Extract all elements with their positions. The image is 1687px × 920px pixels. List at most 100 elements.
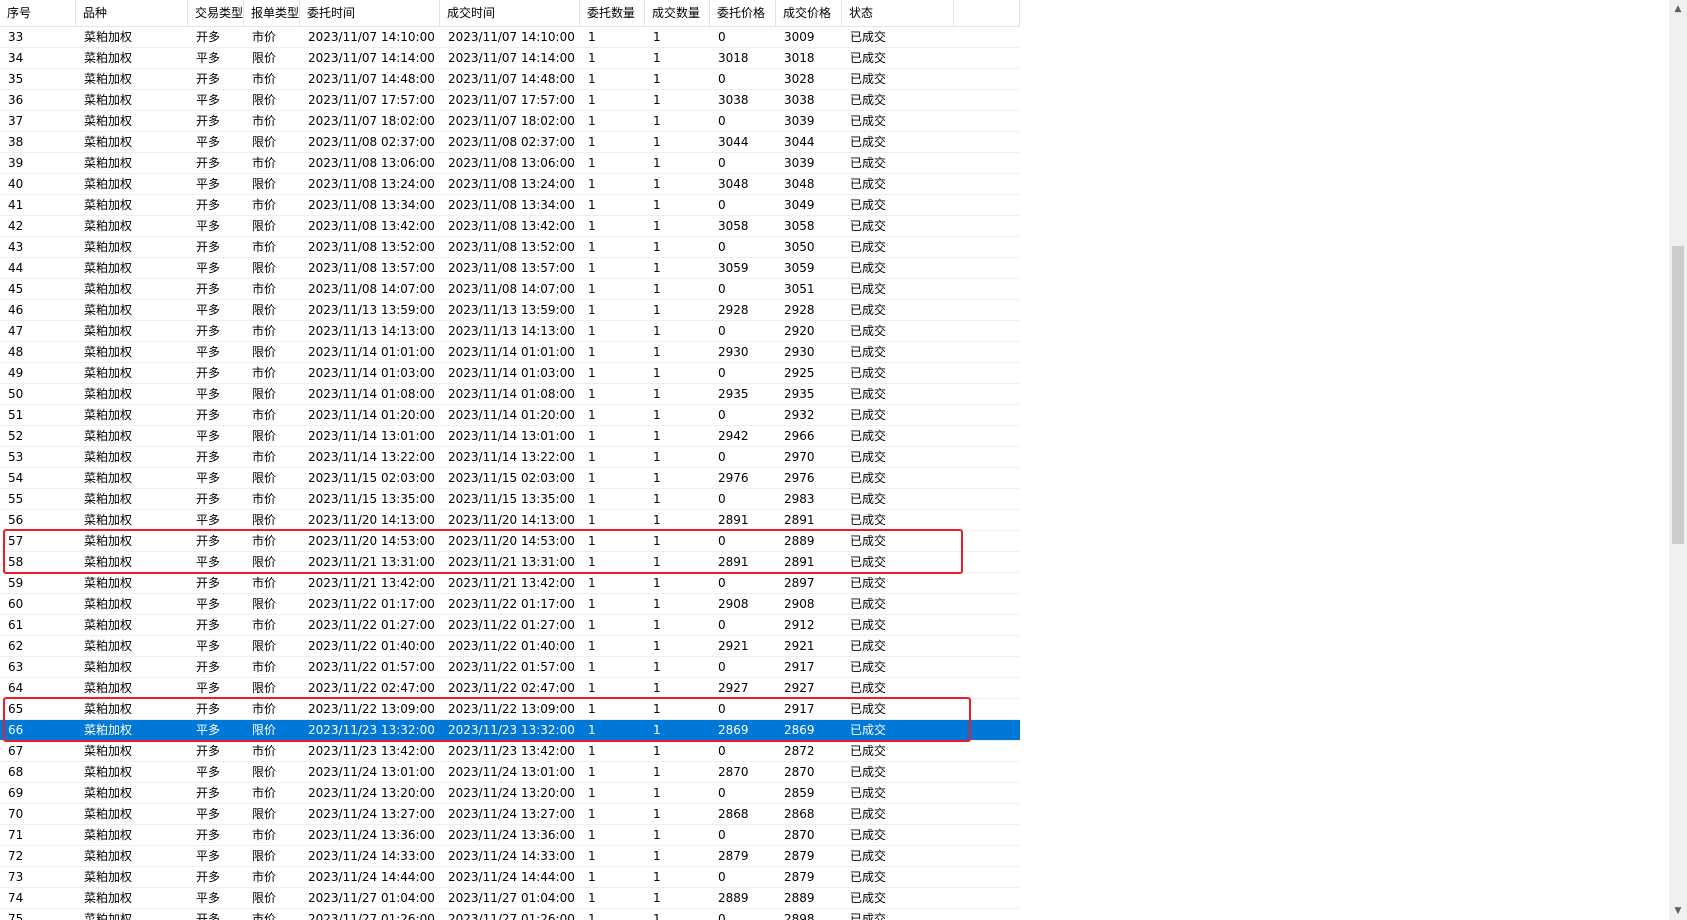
column-header-order-type[interactable]: 报单类型	[244, 0, 300, 26]
cell-trade-type: 平多	[196, 429, 221, 443]
cell-deal-price: 2912	[784, 618, 815, 632]
table-row[interactable]: 59 菜粕加权 开多 市价 2023/11/21 13:42:00 2023/11/21 …	[0, 573, 1020, 594]
cell-deal-time: 2023/11/22 01:27:00	[448, 618, 575, 632]
cell-status: 已成交	[850, 261, 887, 275]
scroll-up-arrow-icon[interactable]: ▲	[1669, 0, 1687, 18]
cell-order-type: 限价	[252, 723, 277, 737]
cell-status: 已成交	[850, 597, 887, 611]
table-row[interactable]: 55 菜粕加权 开多 市价 2023/11/15 13:35:00 2023/11/15 …	[0, 489, 1020, 510]
table-row[interactable]: 72 菜粕加权 平多 限价 2023/11/24 14:33:00 2023/11/24 …	[0, 846, 1020, 867]
cell-deal-qty: 1	[653, 618, 661, 632]
table-row[interactable]: 43 菜粕加权 开多 市价 2023/11/08 13:52:00 2023/11/08 …	[0, 237, 1020, 258]
table-row[interactable]: 37 菜粕加权 开多 市价 2023/11/07 18:02:00 2023/11/07 …	[0, 111, 1020, 132]
row-filler	[954, 321, 1020, 341]
cell-deal-qty: 1	[653, 660, 661, 674]
column-header-variety[interactable]: 品种	[76, 0, 188, 26]
cell-order-time: 2023/11/20 14:53:00	[308, 534, 435, 548]
cell-deal-qty: 1	[653, 534, 661, 548]
cell-order-type: 限价	[252, 597, 277, 611]
scroll-down-arrow-icon[interactable]: ▼	[1669, 902, 1687, 920]
column-header-status[interactable]: 状态	[842, 0, 954, 26]
table-row[interactable]: 73 菜粕加权 开多 市价 2023/11/24 14:44:00 2023/11/24 …	[0, 867, 1020, 888]
table-row[interactable]: 74 菜粕加权 平多 限价 2023/11/27 01:04:00 2023/11/27 …	[0, 888, 1020, 909]
cell-status: 已成交	[850, 429, 887, 443]
table-row[interactable]: 51 菜粕加权 开多 市价 2023/11/14 01:20:00 2023/11/14 …	[0, 405, 1020, 426]
column-header-deal-qty[interactable]: 成交数量	[645, 0, 710, 26]
table-row[interactable]: 33 菜粕加权 开多 市价 2023/11/07 14:10:00 2023/11/07 …	[0, 27, 1020, 48]
cell-variety: 菜粕加权	[84, 135, 133, 149]
table-row[interactable]: 64 菜粕加权 平多 限价 2023/11/22 02:47:00 2023/11/22 …	[0, 678, 1020, 699]
table-row[interactable]: 56 菜粕加权 平多 限价 2023/11/20 14:13:00 2023/11/20 …	[0, 510, 1020, 531]
column-header-deal-price[interactable]: 成交价格	[776, 0, 842, 26]
trade-records-grid[interactable]: 序号 品种 交易类型 报单类型 委托时间 成交时间 委托数量 成交数量 委托价格 成交价格 状态 3…	[0, 0, 1687, 920]
column-header-order-price[interactable]: 委托价格	[710, 0, 776, 26]
table-row[interactable]: 65 菜粕加权 开多 市价 2023/11/22 13:09:00 2023/11/22 …	[0, 699, 1020, 720]
table-row[interactable]: 46 菜粕加权 平多 限价 2023/11/13 13:59:00 2023/11/13 …	[0, 300, 1020, 321]
row-filler	[954, 804, 1020, 824]
table-row[interactable]: 57 菜粕加权 开多 市价 2023/11/20 14:53:00 2023/11/20 …	[0, 531, 1020, 552]
table-row[interactable]: 61 菜粕加权 开多 市价 2023/11/22 01:27:00 2023/11/22 …	[0, 615, 1020, 636]
table-row[interactable]: 66 菜粕加权 平多 限价 2023/11/23 13:32:00 2023/11/23 …	[0, 720, 1020, 741]
cell-deal-time: 2023/11/20 14:13:00	[448, 513, 575, 527]
column-header-trade-type[interactable]: 交易类型	[188, 0, 244, 26]
table-row[interactable]: 63 菜粕加权 开多 市价 2023/11/22 01:57:00 2023/11/22 …	[0, 657, 1020, 678]
table-row[interactable]: 62 菜粕加权 平多 限价 2023/11/22 01:40:00 2023/11/22 …	[0, 636, 1020, 657]
table-row[interactable]: 70 菜粕加权 平多 限价 2023/11/24 13:27:00 2023/11/24 …	[0, 804, 1020, 825]
table-row[interactable]: 67 菜粕加权 开多 市价 2023/11/23 13:42:00 2023/11/23 …	[0, 741, 1020, 762]
cell-order-type: 市价	[252, 282, 277, 296]
cell-deal-price: 3028	[784, 72, 815, 86]
grid-body[interactable]: 33 菜粕加权 开多 市价 2023/11/07 14:10:00 2023/11/07 …	[0, 27, 1020, 920]
table-row[interactable]: 48 菜粕加权 平多 限价 2023/11/14 01:01:00 2023/11/14 …	[0, 342, 1020, 363]
table-row[interactable]: 75 菜粕加权 开多 市价 2023/11/27 01:26:00 2023/11/27 …	[0, 909, 1020, 920]
cell-seq: 68	[8, 765, 24, 779]
table-row[interactable]: 50 菜粕加权 平多 限价 2023/11/14 01:08:00 2023/11/14 …	[0, 384, 1020, 405]
table-row[interactable]: 44 菜粕加权 平多 限价 2023/11/08 13:57:00 2023/11/08 …	[0, 258, 1020, 279]
cell-variety: 菜粕加权	[84, 513, 133, 527]
table-row[interactable]: 42 菜粕加权 平多 限价 2023/11/08 13:42:00 2023/11/08 …	[0, 216, 1020, 237]
column-header-order-qty[interactable]: 委托数量	[580, 0, 645, 26]
cell-order-qty: 1	[588, 366, 596, 380]
cell-order-price: 0	[718, 324, 726, 338]
table-row[interactable]: 34 菜粕加权 平多 限价 2023/11/07 14:14:00 2023/11/07 …	[0, 48, 1020, 69]
cell-deal-qty: 1	[653, 30, 661, 44]
column-header-deal-time[interactable]: 成交时间	[440, 0, 580, 26]
cell-order-type: 市价	[252, 450, 277, 464]
table-row[interactable]: 41 菜粕加权 开多 市价 2023/11/08 13:34:00 2023/11/08 …	[0, 195, 1020, 216]
table-row[interactable]: 45 菜粕加权 开多 市价 2023/11/08 14:07:00 2023/11/08 …	[0, 279, 1020, 300]
table-row[interactable]: 60 菜粕加权 平多 限价 2023/11/22 01:17:00 2023/11/22 …	[0, 594, 1020, 615]
table-row[interactable]: 36 菜粕加权 平多 限价 2023/11/07 17:57:00 2023/11/07 …	[0, 90, 1020, 111]
table-row[interactable]: 40 菜粕加权 平多 限价 2023/11/08 13:24:00 2023/11/08 …	[0, 174, 1020, 195]
cell-order-type: 市价	[252, 828, 277, 842]
cell-order-time: 2023/11/13 14:13:00	[308, 324, 435, 338]
cell-order-qty: 1	[588, 492, 596, 506]
cell-deal-time: 2023/11/14 13:22:00	[448, 450, 575, 464]
cell-order-qty: 1	[588, 240, 596, 254]
cell-variety: 菜粕加权	[84, 429, 133, 443]
cell-order-type: 市价	[252, 30, 277, 44]
table-row[interactable]: 35 菜粕加权 开多 市价 2023/11/07 14:48:00 2023/11/07 …	[0, 69, 1020, 90]
table-row[interactable]: 69 菜粕加权 开多 市价 2023/11/24 13:20:00 2023/11/24 …	[0, 783, 1020, 804]
cell-variety: 菜粕加权	[84, 765, 133, 779]
table-row[interactable]: 52 菜粕加权 平多 限价 2023/11/14 13:01:00 2023/11/14 …	[0, 426, 1020, 447]
table-row[interactable]: 53 菜粕加权 开多 市价 2023/11/14 13:22:00 2023/11/14 …	[0, 447, 1020, 468]
table-row[interactable]: 47 菜粕加权 开多 市价 2023/11/13 14:13:00 2023/11/13 …	[0, 321, 1020, 342]
table-row[interactable]: 39 菜粕加权 开多 市价 2023/11/08 13:06:00 2023/11/08 …	[0, 153, 1020, 174]
cell-status: 已成交	[850, 135, 887, 149]
column-header-order-time[interactable]: 委托时间	[300, 0, 440, 26]
column-header-seq[interactable]: 序号	[0, 0, 76, 26]
cell-status: 已成交	[850, 534, 887, 548]
cell-order-price: 3038	[718, 93, 749, 107]
cell-deal-qty: 1	[653, 786, 661, 800]
table-row[interactable]: 68 菜粕加权 平多 限价 2023/11/24 13:01:00 2023/11/24 …	[0, 762, 1020, 783]
table-row[interactable]: 58 菜粕加权 平多 限价 2023/11/21 13:31:00 2023/11/21 …	[0, 552, 1020, 573]
cell-order-price: 2942	[718, 429, 749, 443]
table-row[interactable]: 38 菜粕加权 平多 限价 2023/11/08 02:37:00 2023/11/08 …	[0, 132, 1020, 153]
scrollbar-thumb[interactable]	[1672, 246, 1684, 544]
table-row[interactable]: 49 菜粕加权 开多 市价 2023/11/14 01:03:00 2023/11/14 …	[0, 363, 1020, 384]
cell-order-price: 2976	[718, 471, 749, 485]
row-filler	[954, 888, 1020, 908]
table-row[interactable]: 71 菜粕加权 开多 市价 2023/11/24 13:36:00 2023/11/24 …	[0, 825, 1020, 846]
cell-seq: 67	[8, 744, 24, 758]
vertical-scrollbar[interactable]: ▲ ▼	[1669, 0, 1687, 920]
table-row[interactable]: 54 菜粕加权 平多 限价 2023/11/15 02:03:00 2023/11/15 …	[0, 468, 1020, 489]
